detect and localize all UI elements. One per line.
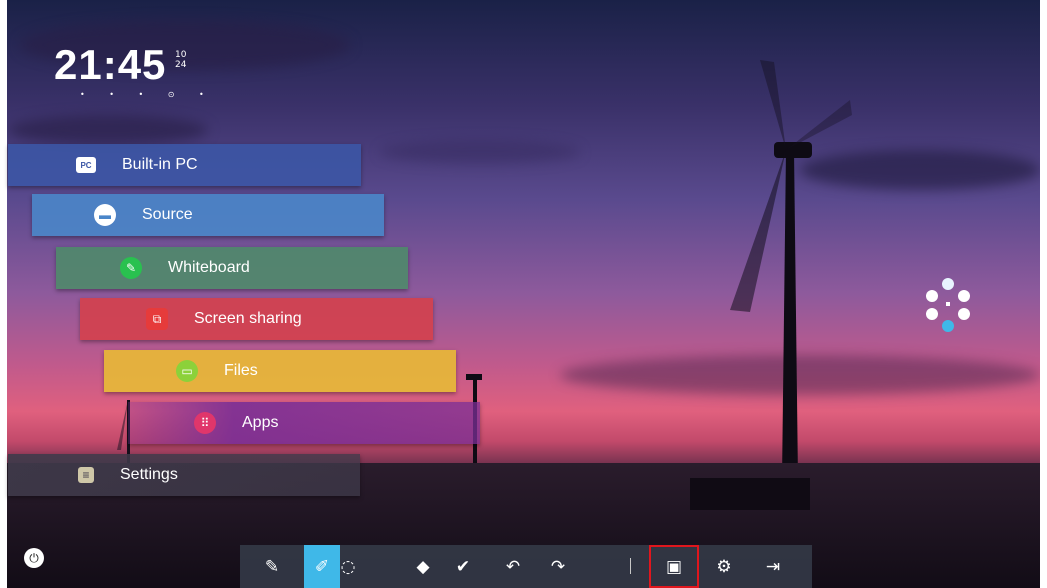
menu-item-label: Source (142, 206, 193, 223)
desktop (0, 0, 1047, 588)
clock-date-top: 10 (175, 50, 187, 60)
moon-icon (528, 306, 547, 330)
wallpaper-cloud (8, 115, 208, 145)
apps-icon: ⠿ (194, 412, 216, 434)
screen-border-right (1040, 0, 1047, 588)
menu-item-label: Whiteboard (168, 259, 250, 276)
screenshot-button[interactable]: ▣ (649, 545, 699, 588)
exit-button[interactable]: ⇥ (755, 545, 791, 588)
menu-item-screen-sharing[interactable]: ⧉ Screen sharing (80, 298, 433, 340)
power-button[interactable]: ⏻ (24, 548, 44, 568)
source-icon: ▬ (94, 204, 116, 226)
annotation-toolbar: ✎ ✐ ◌ ◆ ✔ ↶ ↷ ▣ ⚙ ⇥ (240, 545, 812, 588)
wallpaper-cloud (380, 140, 580, 164)
undo-button[interactable]: ↶ (495, 545, 531, 588)
menu-item-whiteboard[interactable]: ✎ Whiteboard (56, 247, 408, 289)
settings-icon: ≡ (78, 467, 94, 483)
lasso-tool-button[interactable]: ◌ (330, 545, 366, 588)
menu-item-label: Built-in PC (122, 156, 198, 173)
menu-item-source[interactable]: ▬ Source (32, 194, 384, 236)
screen-sharing-icon: ⧉ (146, 308, 168, 330)
floating-menu-dot (926, 308, 938, 320)
clock-time: 21:45 (54, 41, 167, 88)
pc-icon: PC (76, 157, 96, 173)
pen-tool-button[interactable]: ✎ (254, 545, 290, 588)
floating-menu-dot (926, 290, 938, 302)
files-icon: ▭ (176, 360, 198, 382)
eraser-tool-button[interactable]: ◆ (405, 545, 441, 588)
menu-item-files[interactable]: ▭ Files (104, 350, 456, 392)
clock-date-bottom: 24 (175, 60, 187, 70)
floating-menu-dot (942, 278, 954, 290)
floating-menu-dot (958, 308, 970, 320)
page-indicator: • • • ⊙ • (80, 90, 215, 99)
building-silhouette (690, 478, 810, 510)
toolbar-separator (630, 558, 631, 574)
clock-date: 10 24 (175, 50, 186, 70)
floating-menu-button[interactable] (920, 278, 976, 334)
whiteboard-icon: ✎ (120, 257, 142, 279)
toolbar-settings-button[interactable]: ⚙ (706, 545, 742, 588)
redo-button[interactable]: ↷ (540, 545, 576, 588)
menu-item-label: Settings (120, 466, 178, 483)
menu-item-settings[interactable]: ≡ Settings (8, 454, 360, 496)
menu-item-label: Screen sharing (194, 310, 302, 327)
check-tool-button[interactable]: ✔ (445, 545, 481, 588)
menu-item-built-in-pc[interactable]: PC Built-in PC (8, 144, 361, 186)
wind-turbine (730, 60, 852, 480)
screen-border-left (0, 0, 7, 588)
floating-menu-dot (958, 290, 970, 302)
menu-item-label: Files (224, 362, 258, 379)
floating-menu-center (946, 302, 950, 306)
menu-item-apps[interactable]: ⠿ Apps (128, 402, 480, 444)
menu-item-label: Apps (242, 414, 279, 431)
floating-menu-dot (942, 320, 954, 332)
